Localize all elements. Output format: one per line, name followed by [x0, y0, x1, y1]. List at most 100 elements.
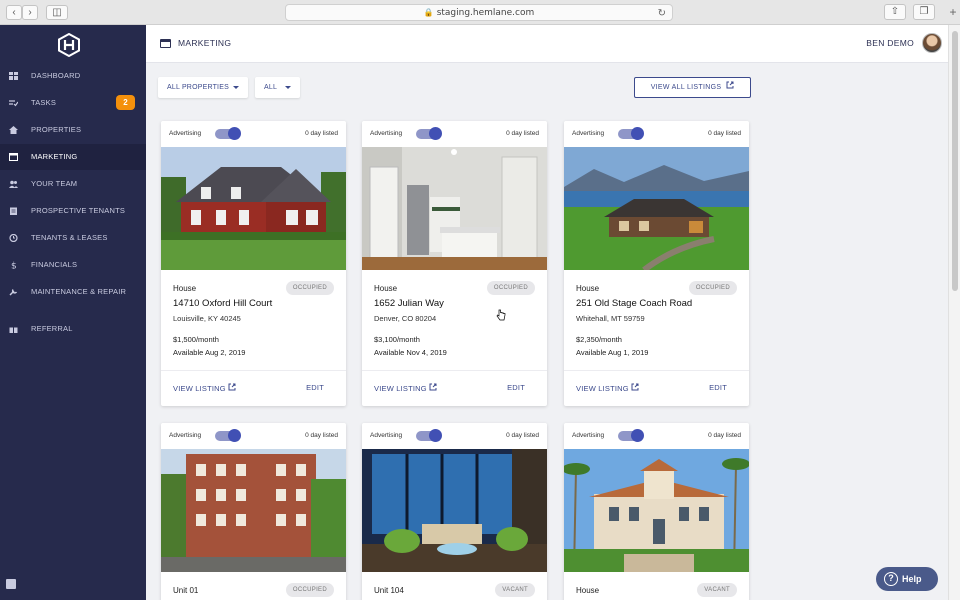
property-photo[interactable] [564, 147, 749, 270]
advertising-toggle[interactable] [618, 127, 644, 140]
view-listing-link[interactable]: VIEW LISTING [576, 383, 639, 393]
sidebar-item-label: DASHBOARD [31, 71, 81, 80]
sidebar-item-label: MAINTENANCE & REPAIR [31, 287, 127, 296]
sidebar-item-maintenance[interactable]: MAINTENANCE & REPAIR [0, 279, 146, 305]
sidebar-item-referral[interactable]: REFERRAL [0, 316, 146, 342]
collapse-sidebar-icon[interactable] [6, 579, 16, 589]
card-divider [564, 370, 749, 371]
property-city: Louisville, KY 40245 [173, 314, 241, 323]
property-type: House [374, 284, 398, 293]
sidebar-toggle-button[interactable]: ◫ [46, 5, 68, 20]
share-button[interactable]: ⇧ [884, 4, 906, 20]
user-name[interactable]: BEN DEMO [866, 38, 914, 48]
sidebar: DASHBOARD TASKS 2 PROPERTIES MARKETING Y… [0, 25, 146, 600]
listing-card: Advertising 0 day listed House OCCUPIED … [564, 121, 749, 406]
lock-icon: 🔒 [423, 8, 434, 17]
page-scrollbar[interactable] [948, 25, 960, 600]
advertising-toggle[interactable] [215, 429, 241, 442]
status-badge: VACANT [495, 583, 535, 597]
status-filter-dropdown[interactable]: ALL [255, 77, 300, 98]
property-photo[interactable] [161, 449, 346, 572]
svg-text:$: $ [11, 262, 17, 270]
view-listing-link[interactable]: VIEW LISTING [374, 383, 437, 393]
properties-filter-dropdown[interactable]: ALL PROPERTIES [158, 77, 248, 98]
sidebar-item-your-team[interactable]: YOUR TEAM [0, 171, 146, 197]
sidebar-item-label: MARKETING [31, 152, 78, 161]
property-address: 1652 Julian Way [374, 298, 444, 309]
rent-price: $2,350/month [576, 335, 622, 344]
advertising-label: Advertising [572, 432, 605, 439]
property-photo[interactable] [161, 147, 346, 270]
marketing-icon [9, 153, 18, 161]
advertising-label: Advertising [572, 130, 605, 137]
status-badge: VACANT [697, 583, 737, 597]
external-link-icon [228, 383, 236, 391]
property-address: 14710 Oxford Hill Court [173, 298, 273, 309]
view-listing-label: VIEW LISTING [374, 384, 427, 393]
advertising-toggle[interactable] [416, 429, 442, 442]
view-all-listings-button[interactable]: VIEW ALL LISTINGS [634, 77, 751, 98]
external-link-icon [726, 81, 734, 89]
address-bar[interactable]: 🔒 staging.hemlane.com ↻ [285, 4, 673, 21]
wrench-icon [9, 289, 18, 296]
listing-card: Advertising 0 day listed Unit 104 VACANT [362, 423, 547, 600]
tasks-count-badge: 2 [116, 95, 135, 110]
reload-icon[interactable]: ↻ [658, 6, 666, 21]
page-title: MARKETING [178, 38, 232, 48]
dashboard-icon [9, 72, 18, 80]
rent-price: $3,100/month [374, 335, 420, 344]
advertising-toggle[interactable] [416, 127, 442, 140]
forward-button[interactable]: › [22, 5, 38, 20]
availability-date: Available Aug 1, 2019 [576, 348, 649, 357]
back-button[interactable]: ‹ [6, 5, 22, 20]
advertising-toggle[interactable] [215, 127, 241, 140]
external-link-icon [631, 383, 639, 391]
marketing-page-icon [160, 39, 171, 48]
advertising-label: Advertising [169, 130, 202, 137]
card-divider [362, 370, 547, 371]
sidebar-item-prospective-tenants[interactable]: PROSPECTIVE TENANTS [0, 198, 146, 224]
edit-listing-button[interactable]: EDIT [306, 383, 324, 392]
sidebar-item-label: TENANTS & LEASES [31, 233, 108, 242]
listing-card: Advertising 0 day listed House OCCUPIED … [161, 121, 346, 406]
advertising-row: Advertising 0 day listed [362, 423, 547, 449]
sidebar-item-label: PROPERTIES [31, 125, 82, 134]
scrollbar-thumb[interactable] [952, 31, 958, 291]
edit-listing-button[interactable]: EDIT [507, 383, 525, 392]
sidebar-item-label: YOUR TEAM [31, 179, 78, 188]
availability-date: Available Aug 2, 2019 [173, 348, 246, 357]
availability-date: Available Nov 4, 2019 [374, 348, 447, 357]
avatar[interactable] [922, 33, 942, 53]
new-tab-button[interactable]: + [946, 3, 960, 23]
help-button[interactable]: ? Help [876, 567, 938, 591]
property-photo[interactable] [362, 147, 547, 270]
sidebar-item-dashboard[interactable]: DASHBOARD [0, 63, 146, 89]
hand-cursor-icon [496, 309, 506, 321]
advertising-label: Advertising [169, 432, 202, 439]
property-type: House [173, 284, 197, 293]
sidebar-item-properties[interactable]: PROPERTIES [0, 117, 146, 143]
sidebar-item-marketing[interactable]: MARKETING [0, 144, 146, 170]
view-listing-link[interactable]: VIEW LISTING [173, 383, 236, 393]
property-type: Unit 01 [173, 586, 199, 595]
sidebar-item-financials[interactable]: $ FINANCIALS [0, 252, 146, 278]
tabs-button[interactable]: ❐ [913, 4, 935, 20]
listing-card: Advertising 0 day listed Unit 01 OCCUPIE… [161, 423, 346, 600]
advertising-row: Advertising 0 day listed [161, 121, 346, 147]
status-badge: OCCUPIED [285, 281, 334, 295]
edit-listing-button[interactable]: EDIT [709, 383, 727, 392]
property-address: 251 Old Stage Coach Road [576, 298, 693, 309]
chevron-down-icon [233, 86, 239, 89]
sidebar-item-tenants-leases[interactable]: TENANTS & LEASES [0, 225, 146, 251]
hemlane-logo-icon[interactable] [57, 33, 81, 57]
property-photo[interactable] [564, 449, 749, 572]
team-icon [9, 180, 18, 188]
advertising-toggle[interactable] [618, 429, 644, 442]
property-photo[interactable] [362, 449, 547, 572]
external-link-icon [429, 383, 437, 391]
clock-icon [9, 234, 18, 242]
dollar-icon: $ [11, 262, 17, 270]
tasks-icon [9, 100, 18, 107]
advertising-row: Advertising 0 day listed [564, 121, 749, 147]
property-city: Denver, CO 80204 [374, 314, 437, 323]
